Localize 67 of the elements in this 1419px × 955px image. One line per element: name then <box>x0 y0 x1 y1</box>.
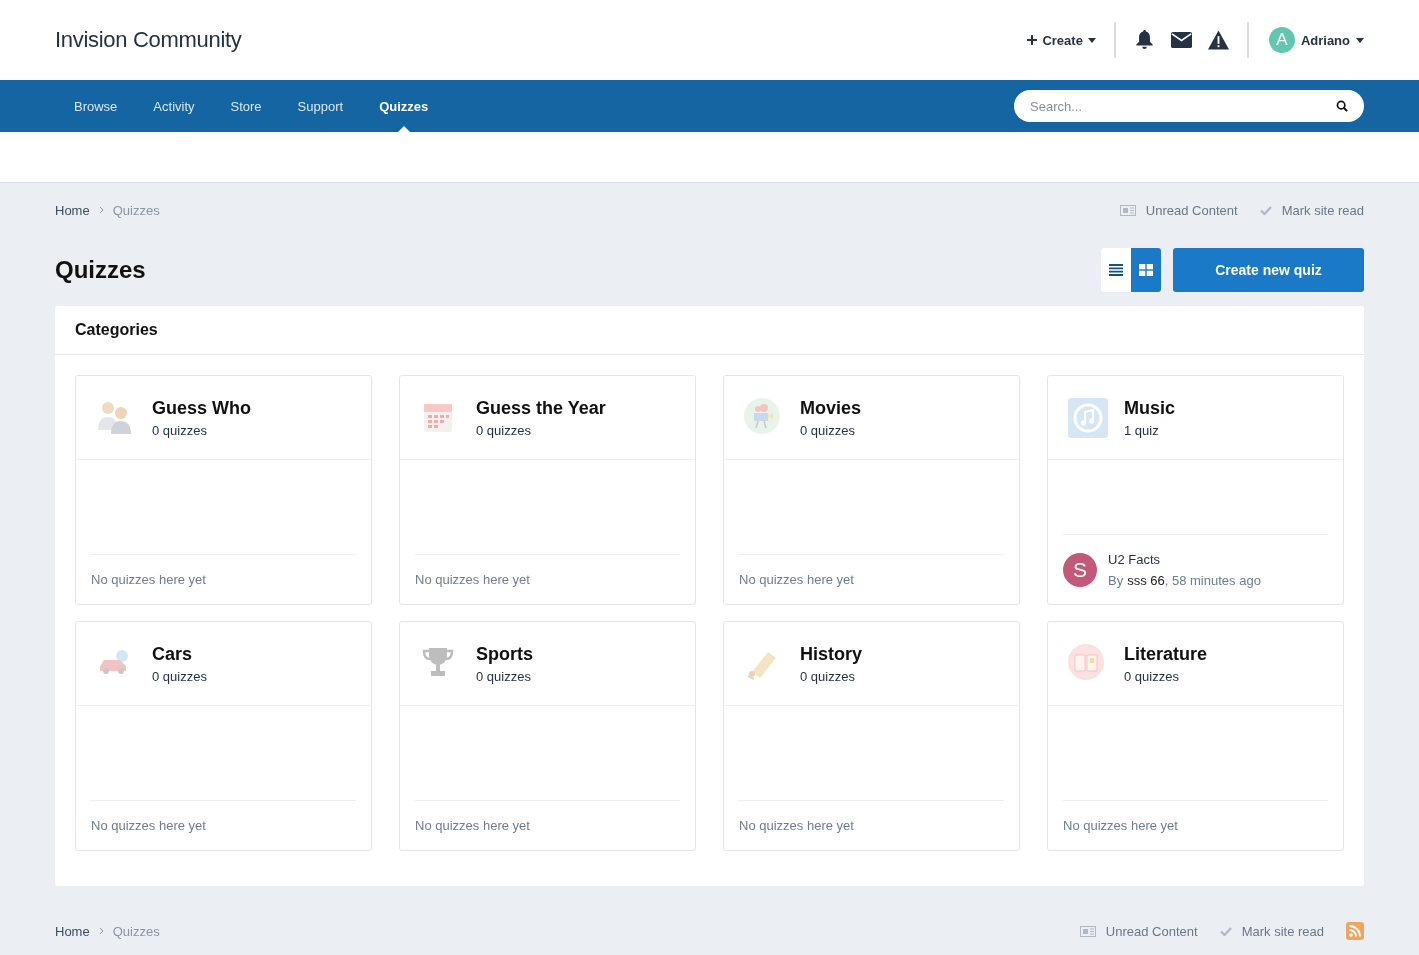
category-title[interactable]: History <box>800 643 862 665</box>
byline-label: By <box>1108 572 1124 588</box>
quiz-count: 0 quizzes <box>476 668 532 684</box>
search-field[interactable]: Search... <box>1014 90 1364 122</box>
empty-message: No quizzes here yet <box>415 800 680 850</box>
create-menu[interactable]: Create <box>1019 32 1104 48</box>
category-title[interactable]: Sports <box>476 643 533 665</box>
quiz-count: 0 quizzes <box>152 668 207 684</box>
nav-tab[interactable]: Browse <box>56 80 136 132</box>
user-name: Adriano <box>1300 32 1350 48</box>
music-note-icon <box>1068 397 1108 438</box>
grid-icon <box>1139 264 1153 276</box>
category-title[interactable]: Music <box>1124 397 1175 419</box>
quiz-title[interactable]: U2 Facts <box>1108 551 1261 567</box>
plus-icon <box>1027 35 1038 45</box>
newspaper-icon <box>1119 204 1136 216</box>
category-title[interactable]: Cars <box>152 643 207 665</box>
quiz-count: 0 quizzes <box>800 422 856 438</box>
checkmark-icon <box>1259 205 1272 215</box>
author-link[interactable]: sss 66 <box>1127 572 1165 588</box>
category-title[interactable]: Movies <box>800 397 862 419</box>
category-title[interactable]: Guess Who <box>152 397 251 419</box>
nav-tab[interactable]: Activity <box>135 80 213 132</box>
quiz-count: 0 quizzes <box>476 422 532 438</box>
user-menu[interactable]: A Adriano <box>1258 27 1364 53</box>
bell-icon <box>1133 30 1155 50</box>
quiz-count: 0 quizzes <box>800 668 856 684</box>
rss-icon <box>1346 922 1364 940</box>
empty-message: No quizzes here yet <box>91 800 356 850</box>
user-avatar: A <box>1268 27 1295 53</box>
list-icon <box>1109 264 1123 276</box>
warning-icon <box>1207 30 1229 50</box>
empty-message: No quizzes here yet <box>1063 800 1328 850</box>
chevron-icon <box>98 927 104 935</box>
list-view-button[interactable] <box>1101 248 1131 292</box>
unread-content-link[interactable]: Unread Content <box>1119 202 1238 218</box>
empty-message: No quizzes here yet <box>91 554 356 604</box>
quiz-count: 1 quiz <box>1124 422 1160 438</box>
nav-tab[interactable]: Support <box>279 80 362 132</box>
checkmark-icon <box>1219 926 1232 936</box>
author-avatar: S <box>1063 552 1097 587</box>
search-icon <box>1336 100 1348 112</box>
unread-content-link[interactable]: Unread Content <box>1079 923 1198 939</box>
newspaper-icon <box>1079 925 1096 937</box>
chevron-icon <box>98 206 104 214</box>
nav-tab[interactable]: Quizzes <box>361 80 447 132</box>
breadcrumb-link[interactable]: Home <box>55 202 90 218</box>
grid-view-button[interactable] <box>1131 248 1161 292</box>
empty-message: No quizzes here yet <box>739 800 1004 850</box>
quiz-time: , 58 minutes ago <box>1164 572 1261 588</box>
empty-message: No quizzes here yet <box>739 554 1004 604</box>
empty-message: No quizzes here yet <box>415 554 680 604</box>
quiz-count: 0 quizzes <box>152 422 208 438</box>
mark-read-link[interactable]: Mark site read <box>1259 202 1364 218</box>
page-title: Quizzes <box>55 256 146 284</box>
create-quiz-button[interactable]: Create new quiz <box>1173 248 1364 292</box>
site-title[interactable]: Invision Community <box>55 27 242 53</box>
mark-read-link[interactable]: Mark site read <box>1219 923 1324 939</box>
nav-tab[interactable]: Store <box>212 80 280 132</box>
category-title[interactable]: Literature <box>1124 643 1208 665</box>
category-title[interactable]: Guess the Year <box>476 397 606 419</box>
caret-icon <box>1356 37 1364 43</box>
quiz-count: 0 quizzes <box>1124 668 1180 684</box>
breadcrumb-link[interactable]: Home <box>55 923 90 939</box>
panel-title: Categories <box>55 306 1364 355</box>
caret-icon <box>1087 37 1096 43</box>
envelope-icon <box>1170 30 1192 50</box>
